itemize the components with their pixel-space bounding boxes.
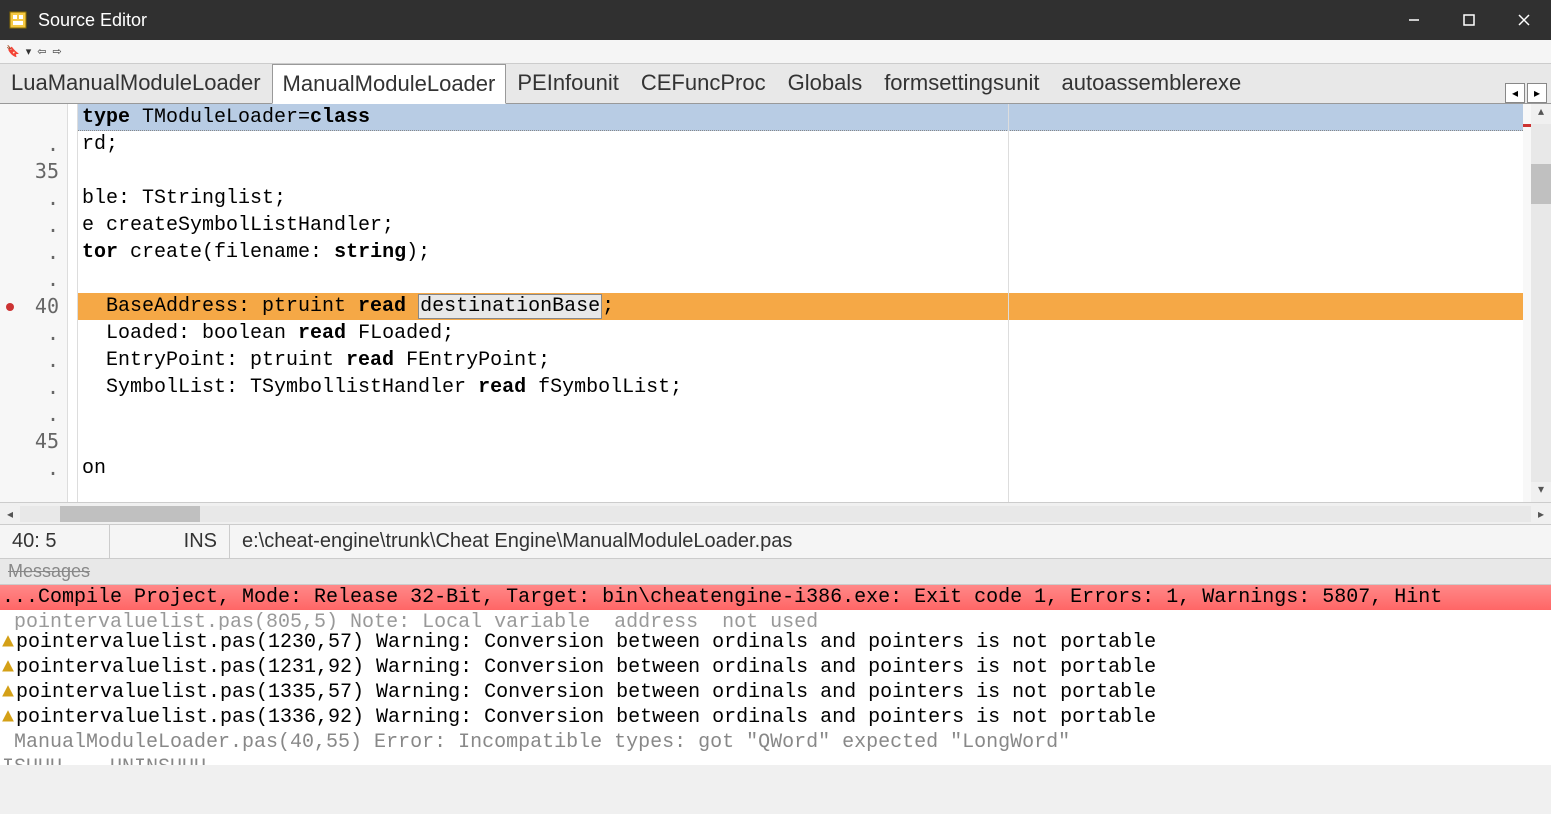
line-number: .: [0, 347, 59, 374]
code-line[interactable]: [78, 401, 1523, 428]
message-compile-summary[interactable]: ...Compile Project, Mode: Release 32-Bit…: [0, 585, 1551, 610]
code-editor[interactable]: .35....40....45. type TModuleLoader=clas…: [0, 104, 1551, 502]
horizontal-scrollbar[interactable]: ◂ ▸: [0, 502, 1551, 524]
code-line[interactable]: SymbolList: TSymbollistHandler read fSym…: [78, 374, 1523, 401]
code-line[interactable]: [78, 266, 1523, 293]
tab-scroll-left-button[interactable]: ◂: [1505, 83, 1525, 103]
code-content[interactable]: type TModuleLoader=classrd; ble: TStringl…: [78, 104, 1523, 502]
line-number: .: [0, 401, 59, 428]
close-button[interactable]: [1496, 0, 1551, 40]
scroll-track[interactable]: [1531, 124, 1551, 482]
warning-icon: ▲: [2, 705, 16, 730]
tab-globals[interactable]: Globals: [777, 63, 874, 103]
status-file-path: e:\cheat-engine\trunk\Cheat Engine\Manua…: [230, 525, 1551, 558]
app-icon: [8, 10, 28, 30]
scroll-up-icon[interactable]: ▴: [1538, 104, 1544, 124]
right-margin-line: [1008, 104, 1009, 502]
status-insert-mode: INS: [110, 525, 230, 558]
warning-icon: ▲: [2, 655, 16, 680]
toolbar-bookmark-icon[interactable]: 🔖: [4, 45, 22, 58]
code-line[interactable]: Loaded: boolean read FLoaded;: [78, 320, 1523, 347]
line-number: 45: [0, 428, 59, 455]
message-warning[interactable]: ▲pointervaluelist.pas(1335,57) Warning: …: [0, 680, 1551, 705]
message-warning[interactable]: ▲pointervaluelist.pas(1336,92) Warning: …: [0, 705, 1551, 730]
scroll-thumb[interactable]: [1531, 164, 1551, 204]
overview-error-mark: [1523, 124, 1531, 127]
code-line[interactable]: [78, 158, 1523, 185]
vertical-scrollbar[interactable]: ▴ ▾: [1531, 104, 1551, 502]
message-warning[interactable]: ▲pointervaluelist.pas(1231,92) Warning: …: [0, 655, 1551, 680]
tab-autoassemblerexe[interactable]: autoassemblerexe: [1050, 63, 1252, 103]
maximize-button[interactable]: [1441, 0, 1496, 40]
line-number: .: [0, 455, 59, 482]
code-line[interactable]: rd;: [78, 131, 1523, 158]
messages-panel-title[interactable]: Messages: [0, 558, 1551, 585]
message-warning[interactable]: ▲pointervaluelist.pas(1230,57) Warning: …: [0, 630, 1551, 655]
message-error[interactable]: ManualModuleLoader.pas(40,55) Error: Inc…: [0, 730, 1551, 755]
line-number: .: [0, 266, 59, 293]
fold-column[interactable]: [68, 104, 78, 502]
line-number: .: [0, 239, 59, 266]
warning-icon: ▲: [2, 630, 16, 655]
code-line[interactable]: BaseAddress: ptruint read destinationBas…: [78, 293, 1523, 320]
minimize-button[interactable]: [1386, 0, 1441, 40]
line-number: .: [0, 131, 59, 158]
code-line[interactable]: [78, 428, 1523, 455]
window-controls: [1386, 0, 1551, 40]
code-line[interactable]: e createSymbolListHandler;: [78, 212, 1523, 239]
title-bar: Source Editor: [0, 0, 1551, 40]
scroll-down-icon[interactable]: ▾: [1538, 482, 1544, 502]
sticky-header-line: type TModuleLoader=class: [78, 104, 1523, 131]
line-number: .: [0, 374, 59, 401]
line-number-gutter: .35....40....45.: [0, 104, 68, 502]
line-number: 35: [0, 158, 59, 185]
code-line[interactable]: ble: TStringlist;: [78, 185, 1523, 212]
overview-ruler[interactable]: [1523, 104, 1531, 502]
status-bar: 40: 5 INS e:\cheat-engine\trunk\Cheat En…: [0, 524, 1551, 558]
message-footer: ISUUU. UNINSUUU.: [0, 755, 1551, 765]
code-line[interactable]: on: [78, 455, 1523, 482]
code-line[interactable]: tor create(filename: string);: [78, 239, 1523, 266]
status-cursor-pos: 40: 5: [0, 525, 110, 558]
tab-bar: LuaManualModuleLoader ManualModuleLoader…: [0, 64, 1551, 104]
tab-luamanualmoduleloader[interactable]: LuaManualModuleLoader: [0, 63, 272, 103]
error-gutter-icon: [6, 303, 14, 311]
cursor-selection: destinationBase: [418, 294, 602, 319]
toolbar-dropdown-icon[interactable]: ▾: [24, 45, 34, 58]
line-number: .: [0, 185, 59, 212]
messages-panel[interactable]: ...Compile Project, Mode: Release 32-Bit…: [0, 585, 1551, 765]
hscroll-right-icon[interactable]: ▸: [1531, 507, 1551, 521]
line-number: .: [0, 212, 59, 239]
tab-scroll-controls: ◂ ▸: [1505, 83, 1551, 103]
code-line[interactable]: EntryPoint: ptruint read FEntryPoint;: [78, 347, 1523, 374]
tab-peinfounit[interactable]: PEInfounit: [506, 63, 630, 103]
toolbar: 🔖 ▾ ⇦ ⇨: [0, 40, 1551, 64]
warning-icon: ▲: [2, 680, 16, 705]
tab-manualmoduleloader[interactable]: ManualModuleLoader: [272, 64, 507, 104]
toolbar-back-icon[interactable]: ⇦: [35, 45, 48, 58]
hscroll-track[interactable]: [20, 506, 1531, 522]
hscroll-thumb[interactable]: [60, 506, 200, 522]
toolbar-forward-icon[interactable]: ⇨: [50, 45, 63, 58]
line-number: 40: [0, 293, 59, 320]
window-title: Source Editor: [38, 10, 1386, 31]
message-note[interactable]: pointervaluelist.pas(805,5) Note: Local …: [0, 610, 1551, 630]
line-number: .: [0, 320, 59, 347]
tab-formsettingsunit[interactable]: formsettingsunit: [873, 63, 1050, 103]
hscroll-left-icon[interactable]: ◂: [0, 507, 20, 521]
tab-cefuncproc[interactable]: CEFuncProc: [630, 63, 777, 103]
tab-scroll-right-button[interactable]: ▸: [1527, 83, 1547, 103]
